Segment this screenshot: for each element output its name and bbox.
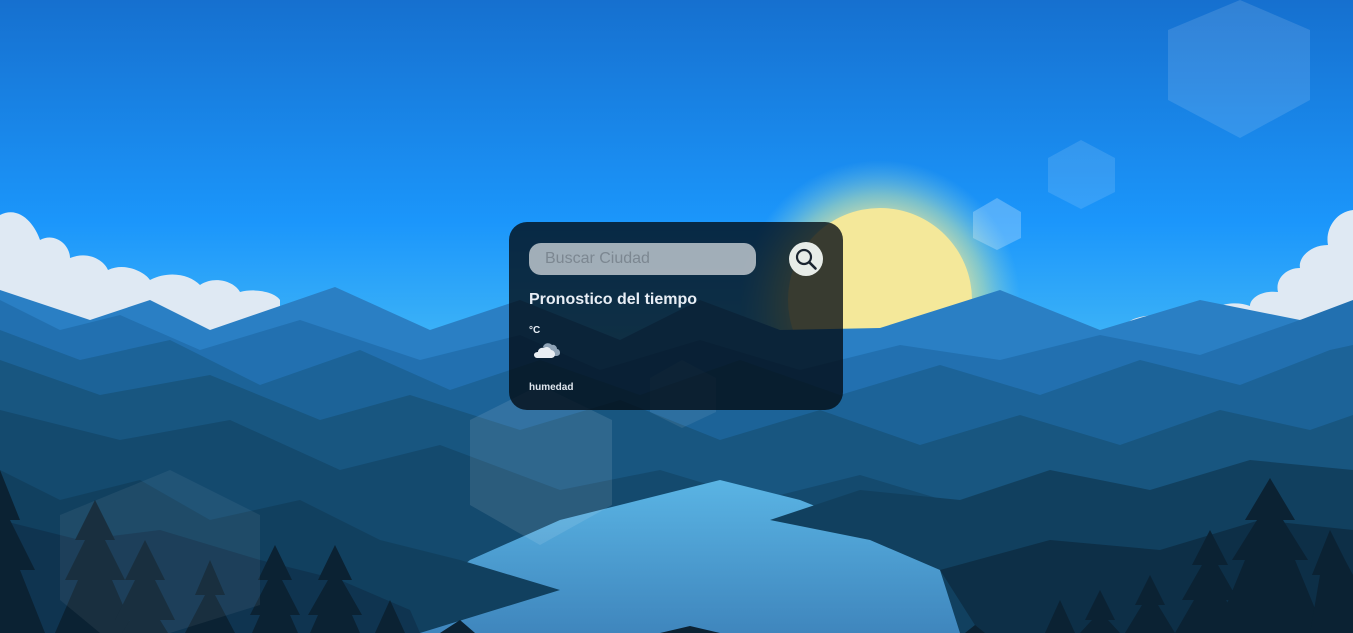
cloud-icon (534, 343, 560, 358)
search-bar (529, 242, 823, 276)
forecast-title: Pronostico del tiempo (529, 291, 698, 308)
search-input[interactable] (529, 243, 756, 275)
temperature-value: °C (529, 325, 541, 336)
search-icon (795, 248, 817, 270)
humidity-label: humedad (529, 382, 574, 393)
weather-card: Pronostico del tiempo °C humedad (509, 222, 843, 410)
search-button[interactable] (789, 242, 823, 276)
